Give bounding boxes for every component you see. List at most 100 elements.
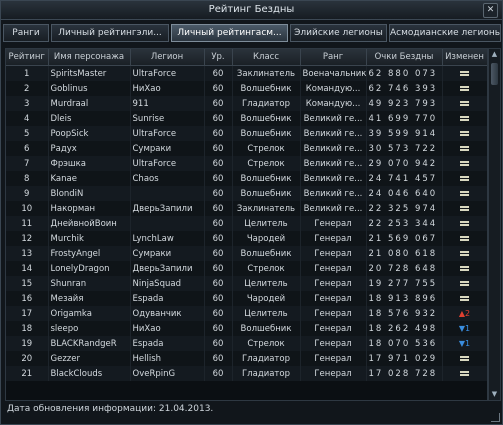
title-bar[interactable]: Рейтинг Бездны ✕ [1,1,502,20]
table-row[interactable]: 6 Радух Сумраки 60 Стрелок Великий ге... 30 57… [6,141,487,156]
tab-label: Асмодианские легионы [390,28,501,38]
tab-ranks[interactable]: Ранги [3,24,49,42]
class-cell: Волшебник [232,111,301,126]
change-cell [442,366,487,381]
points-cell: 30 573 722 [366,141,443,156]
no-change-icon [460,160,469,166]
table-row[interactable]: 15 Shunran NinjaSquad 60 Целитель Генерал 19 2… [6,276,487,291]
legion-cell: Сумраки [130,141,205,156]
no-change-icon [460,115,469,121]
points-cell: 17 028 728 [366,366,443,381]
grade-cell: Военачальник [300,65,367,81]
class-cell: Чародей [232,291,301,306]
table-row[interactable]: 19 BLACKRandgeR Espada 60 Стрелок Генерал 18 0… [6,336,487,351]
table-row[interactable]: 5 PoopSick UltraForce 60 Волшебник Великий ге… [6,126,487,141]
table-row[interactable]: 1 SpiritsMaster UltraForce 60 Заклинатель Вое… [6,65,487,81]
rank-cell: 18 [6,321,49,336]
header-level[interactable]: Ур. [204,49,233,66]
level-cell: 60 [204,366,233,381]
table-row[interactable]: 12 Murchik LynchLaw 60 Чародей Генерал 21 569 … [6,231,487,246]
tab-personal-elyos[interactable]: Личный рейтингэли... [51,24,169,42]
table-row[interactable]: 9 BlondiN 60 Волшебник Великий ге... 24 046 6… [6,186,487,201]
grade-cell: Великий ге... [300,156,367,171]
rank-cell: 3 [6,96,49,111]
header-grade[interactable]: Ранг [300,49,367,66]
change-cell [442,65,487,81]
grade-cell: Генерал [300,276,367,291]
rank-cell: 7 [6,156,49,171]
close-button[interactable]: ✕ [483,3,498,18]
table-row[interactable]: 20 Gezzer Hellish 60 Гладиатор Генерал 17 971 … [6,351,487,366]
level-cell: 60 [204,156,233,171]
table-row[interactable]: 14 LonelyDragon ДверьЗапили 60 Стрелок Генера… [6,261,487,276]
change-cell [442,261,487,276]
change-cell: ▼1 [442,321,487,336]
level-cell: 60 [204,336,233,351]
table-row[interactable]: 10 Накорман ДверьЗапили 60 Заклинатель Велики… [6,201,487,216]
header-name[interactable]: Имя персонажа [48,49,131,66]
grade-cell: Великий ге... [300,186,367,201]
name-cell: SpiritsMaster [48,65,131,81]
table-row[interactable]: 8 Kanae Chaos 60 Волшебник Великий ге... 24 74… [6,171,487,186]
name-cell: Фрэшка [48,156,131,171]
rank-cell: 8 [6,171,49,186]
rank-cell: 17 [6,306,49,321]
level-cell: 60 [204,65,233,81]
legion-cell: UltraForce [130,65,205,81]
legion-cell: Hellish [130,351,205,366]
vertical-scrollbar[interactable]: ▲ ▼ [488,48,501,401]
update-date-text: Дата обновления информации: 21.04.2013. [7,404,214,414]
legion-cell: LynchLaw [130,231,205,246]
points-cell: 29 070 942 [366,156,443,171]
no-change-icon [460,205,469,211]
grade-cell: Командую... [300,81,367,96]
tab-personal-asmodian[interactable]: Личный рейтингасм... [171,24,288,42]
level-cell: 60 [204,291,233,306]
header-change[interactable]: Изменен [442,49,487,66]
level-cell: 60 [204,96,233,111]
level-cell: 60 [204,186,233,201]
scroll-down-icon[interactable]: ▼ [490,390,499,399]
name-cell: Радух [48,141,131,156]
no-change-icon [460,190,469,196]
table-row[interactable]: 11 ДнейвнойВоин 60 Целитель Генерал 22 253 34… [6,216,487,231]
table-row[interactable]: 7 Фрэшка UltraForce 60 Стрелок Великий ге... 2… [6,156,487,171]
class-cell: Заклинатель [232,201,301,216]
legion-cell: NinjaSquad [130,276,205,291]
level-cell: 60 [204,141,233,156]
scroll-thumb[interactable] [491,63,498,85]
scroll-up-icon[interactable]: ▲ [490,50,499,59]
grade-cell: Командую... [300,96,367,111]
table-row[interactable]: 18 sleepo HиXao 60 Волшебник Генерал 18 262 49… [6,321,487,336]
tab-label: Личный рейтингэли... [58,28,162,38]
rank-cell: 21 [6,366,49,381]
change-cell [442,111,487,126]
no-change-icon [460,370,469,376]
table-row[interactable]: 13 FrostyAngel Сумраки 60 Волшебник Генерал 21… [6,246,487,261]
class-cell: Стрелок [232,261,301,276]
tab-elyos-legions[interactable]: Элийские легионы [290,24,387,42]
change-cell: ▼1 [442,336,487,351]
header-legion[interactable]: Легион [130,49,205,66]
table-row[interactable]: 21 BlackClouds OveRpinG 60 Гладиатор Генерал 1… [6,366,487,381]
table-row[interactable]: 4 Dleis Sunrise 60 Волшебник Великий ге... 41 … [6,111,487,126]
header-rank[interactable]: Рейтинг [6,49,49,66]
class-cell: Стрелок [232,336,301,351]
table-row[interactable]: 2 Goblinus HиXao 60 Волшебник Командую... 62 7… [6,81,487,96]
name-cell: PoopSick [48,126,131,141]
header-class[interactable]: Класс [232,49,301,66]
tab-asmodian-legions[interactable]: Асмодианские легионы [389,24,501,42]
name-cell: Gezzer [48,351,131,366]
level-cell: 60 [204,231,233,246]
table-row[interactable]: 3 Murdraal 911 60 Гладиатор Командую... 49 923… [6,96,487,111]
header-abyss-points[interactable]: Очки Бездны [366,49,443,66]
close-icon: ✕ [486,5,495,15]
table-row[interactable]: 16 Мезайя Espada 60 Чародей Генерал 18 913 896 [6,291,487,306]
rank-cell: 1 [6,65,49,81]
rank-cell: 16 [6,291,49,306]
table-row[interactable]: 17 Origamka Одуванчик 60 Целитель Генерал 18 5… [6,306,487,321]
rank-cell: 4 [6,111,49,126]
name-cell: Накорман [48,201,131,216]
points-cell: 39 599 914 [366,126,443,141]
resize-grip-icon[interactable] [491,413,500,422]
